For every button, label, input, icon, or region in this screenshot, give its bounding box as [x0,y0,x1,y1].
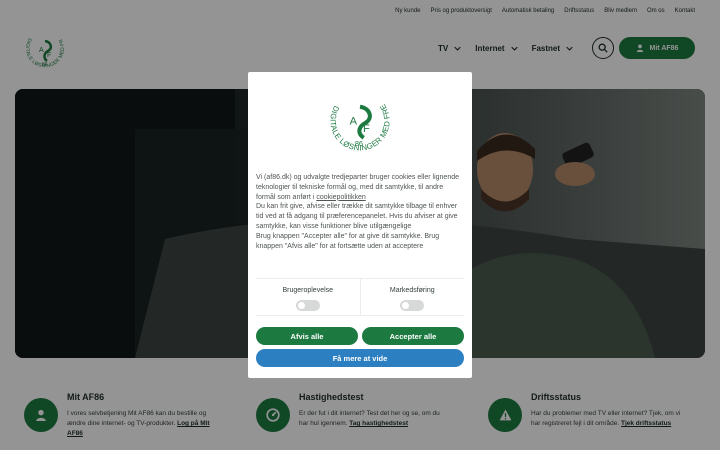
toggle-brugeroplevelse[interactable] [295,300,320,311]
cookie-consent-controls: Brugeroplevelse Markedsføring Afvis alle… [248,0,472,450]
pref-markedsforing: Markedsføring [361,279,465,315]
learn-more-button[interactable]: Få mere at vide [256,349,464,367]
preference-toggles: Brugeroplevelse Markedsføring [256,278,464,316]
toggle-markedsforing[interactable] [400,300,425,311]
decline-all-button[interactable]: Afvis alle [256,327,358,345]
pref-label: Markedsføring [389,287,435,294]
pref-brugeroplevelse: Brugeroplevelse [256,279,361,315]
accept-all-button[interactable]: Accepter alle [362,327,464,345]
pref-label: Brugeroplevelse [282,287,334,294]
